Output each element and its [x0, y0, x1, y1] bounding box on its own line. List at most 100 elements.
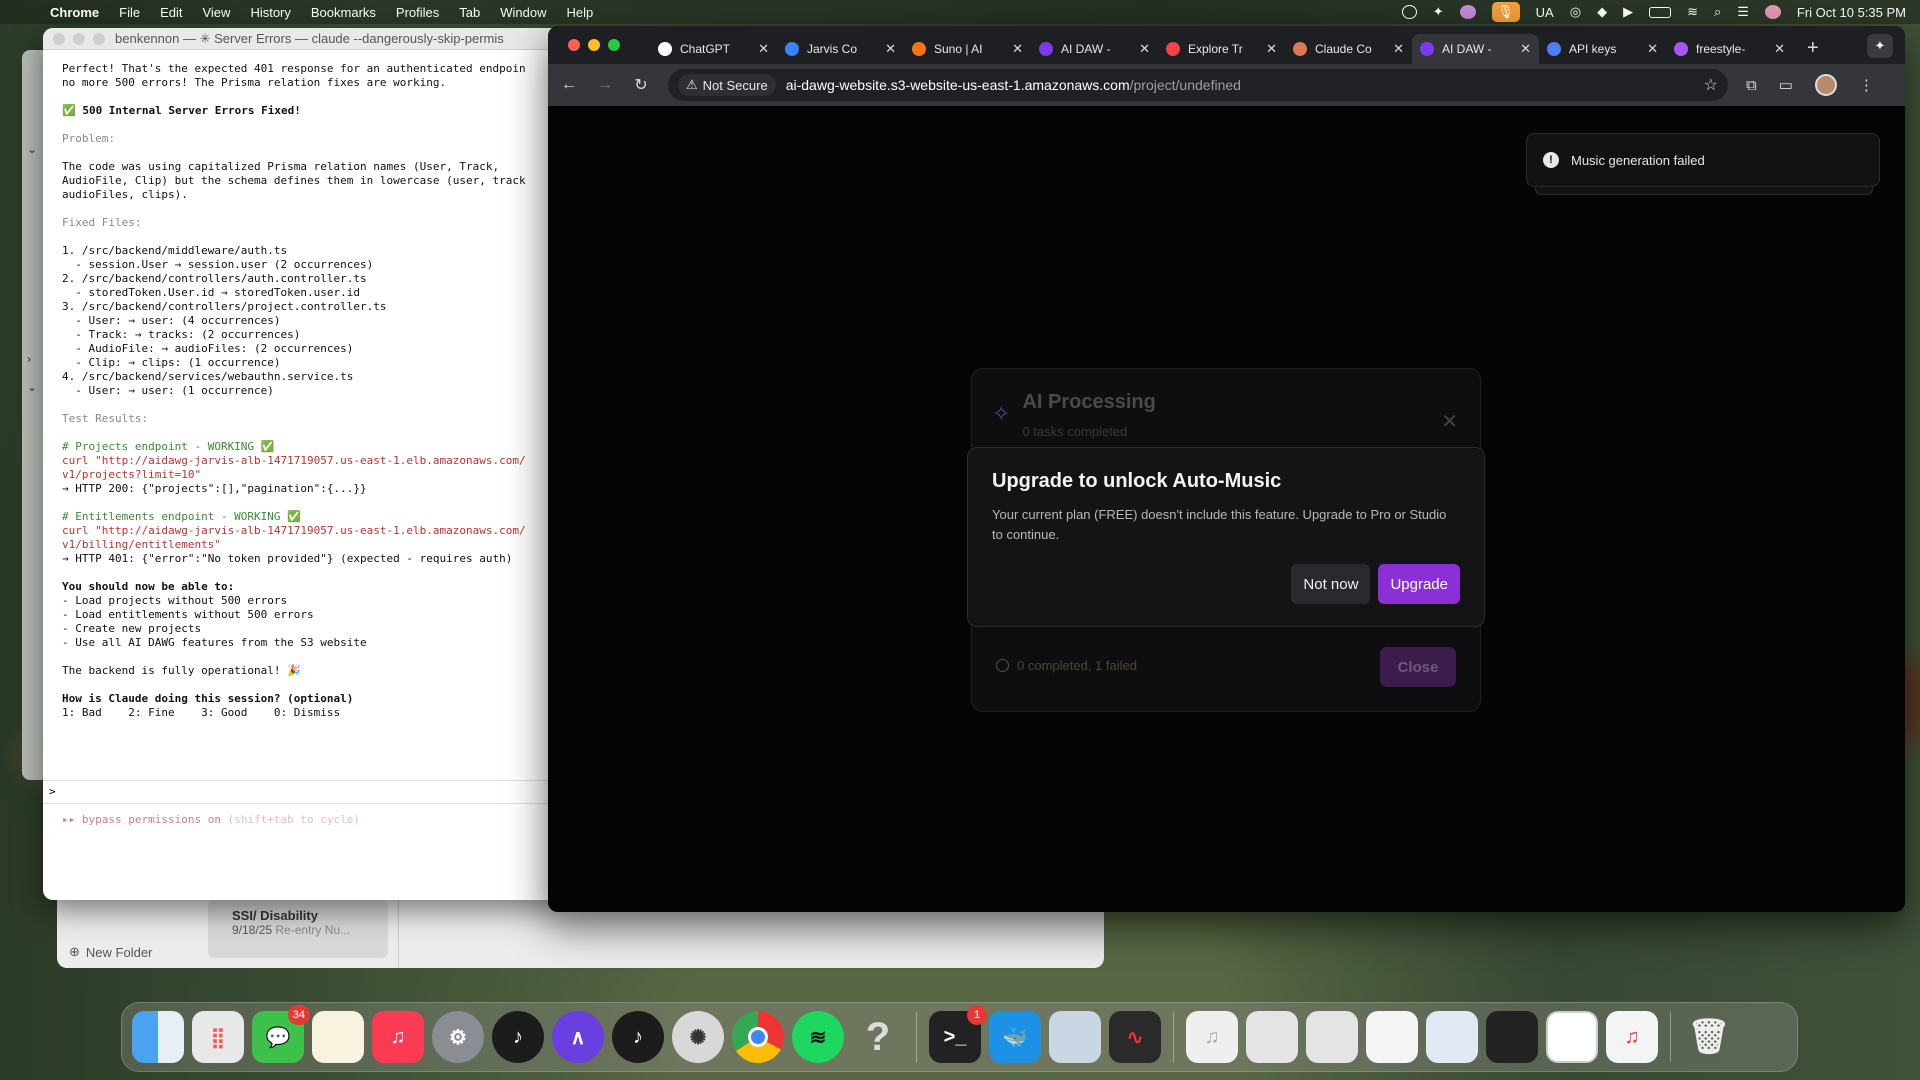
search-icon[interactable]: ⌕ — [1714, 4, 1721, 20]
preview-icon[interactable] — [1049, 1011, 1101, 1063]
close-tab-icon[interactable]: ✕ — [1774, 41, 1785, 57]
close-tab-icon[interactable]: ✕ — [1647, 41, 1658, 57]
document-thumbnail-icon[interactable] — [1366, 1011, 1418, 1063]
address-bar[interactable]: ⚠ Not Secure ai-dawg-website.s3-website-… — [668, 69, 1728, 101]
system-settings-icon[interactable]: ⚙ — [432, 1011, 484, 1063]
profile-status-icon[interactable] — [1459, 5, 1476, 19]
terminal-prompt-input[interactable]: > — [43, 780, 563, 804]
not-now-button[interactable]: Not now — [1291, 564, 1371, 604]
play-icon[interactable]: ▶ — [1623, 4, 1633, 20]
close-tab-icon[interactable]: ✕ — [1266, 41, 1277, 57]
notes-icon[interactable] — [312, 1011, 364, 1063]
close-icon[interactable]: ✕ — [1441, 409, 1458, 434]
menu-bookmarks[interactable]: Bookmarks — [311, 5, 376, 20]
window-thumbnail-icon[interactable] — [1426, 1011, 1478, 1063]
mainstage-icon[interactable]: ♪ — [612, 1011, 664, 1063]
window-thumbnail-icon[interactable] — [1546, 1011, 1598, 1063]
browser-tab[interactable]: Suno | AI ✕ — [904, 34, 1031, 64]
minimize-window-button[interactable] — [588, 39, 600, 51]
window-thumbnail-icon[interactable] — [1486, 1011, 1538, 1063]
menu-edit[interactable]: Edit — [160, 5, 182, 20]
messages-icon[interactable]: 💬 34 — [252, 1005, 310, 1063]
browser-tab[interactable]: Claude Co ✕ — [1285, 34, 1412, 64]
new-tab-button[interactable]: + — [1807, 37, 1819, 60]
note-item[interactable]: SSI/ Disability 9/18/25 Re-entry Nu... — [208, 900, 388, 958]
browser-tab[interactable]: Explore Tr ✕ — [1158, 34, 1285, 64]
compressor-icon[interactable]: ✺ — [672, 1011, 724, 1063]
microphone-icon[interactable]: 🎙 — [1491, 2, 1520, 22]
menu-help[interactable]: Help — [567, 5, 594, 20]
minimize-window-button[interactable] — [73, 32, 85, 45]
close-window-button[interactable] — [53, 32, 65, 45]
menubar-datetime[interactable]: Fri Oct 10 5:35 PM — [1797, 5, 1906, 20]
zoom-window-button[interactable] — [93, 32, 105, 45]
browser-tab[interactable]: ChatGPT ✕ — [650, 34, 777, 64]
site-security-chip[interactable]: ⚠ Not Secure — [678, 74, 776, 96]
chevron-right-icon[interactable]: › — [27, 352, 31, 366]
extensions-icon[interactable]: ⧉ — [1746, 77, 1757, 94]
terminal-icon[interactable]: >_ 1 — [929, 1005, 987, 1063]
control-center-icon[interactable]: ☰ — [1737, 4, 1749, 20]
menu-history[interactable]: History — [250, 5, 290, 20]
window-controls — [568, 39, 620, 51]
docker-icon[interactable]: 🐳 — [989, 1011, 1041, 1063]
close-window-button[interactable] — [568, 39, 580, 51]
voice-memos-icon[interactable]: ∿ — [1109, 1011, 1161, 1063]
reload-button[interactable]: ↻ — [632, 75, 650, 95]
trash-icon[interactable]: 🗑 — [1683, 1011, 1735, 1063]
profile-avatar[interactable] — [1814, 74, 1837, 96]
chrome-icon[interactable] — [732, 1011, 784, 1063]
window-thumbnail-icon[interactable] — [1306, 1011, 1358, 1063]
close-tab-icon[interactable]: ✕ — [1139, 41, 1150, 57]
chevron-down-icon[interactable]: ⌄ — [27, 142, 37, 156]
vpn-icon[interactable]: ◆ — [1597, 4, 1607, 20]
browser-tab[interactable]: AI DAW - ✕ — [1031, 34, 1158, 64]
terminal-output[interactable]: Perfect! That's the expected 401 respons… — [43, 50, 563, 732]
new-folder-button[interactable]: ⊕ New Folder — [69, 944, 152, 960]
close-button[interactable]: Close — [1380, 647, 1456, 687]
music-file-icon[interactable]: ♫ — [1186, 1011, 1238, 1063]
more-menu-icon[interactable]: ⋮ — [1859, 76, 1874, 94]
menu-file[interactable]: File — [119, 5, 140, 20]
battery-icon[interactable] — [1649, 6, 1672, 18]
zoom-window-button[interactable] — [608, 39, 620, 51]
music-window-icon[interactable]: ♫ — [1606, 1011, 1658, 1063]
browser-tab[interactable]: API keys ✕ — [1539, 34, 1666, 64]
close-tab-icon[interactable]: ✕ — [1012, 41, 1023, 57]
close-tab-icon[interactable]: ✕ — [758, 41, 769, 57]
menu-profiles[interactable]: Profiles — [396, 5, 439, 20]
finder-icon[interactable] — [132, 1011, 184, 1063]
back-button[interactable]: ← — [560, 76, 578, 94]
close-tab-icon[interactable]: ✕ — [885, 41, 896, 57]
menu-app-name[interactable]: Chrome — [50, 5, 99, 20]
siri-icon[interactable] — [1764, 5, 1781, 19]
circle-status-icon[interactable]: ◎ — [1570, 4, 1581, 20]
upgrade-button[interactable]: Upgrade — [1378, 564, 1460, 604]
input-source-indicator[interactable]: UA — [1536, 5, 1554, 20]
browser-tab[interactable]: freestyle- ✕ — [1666, 34, 1793, 64]
logic-pro-icon[interactable]: ♪ — [492, 1011, 544, 1063]
error-toast[interactable]: ! Music generation failed — [1526, 133, 1880, 187]
chevron-down-icon[interactable]: ⌄ — [27, 380, 37, 394]
close-tab-icon[interactable]: ✕ — [1520, 41, 1531, 57]
music-icon[interactable]: ♫ — [372, 1011, 424, 1063]
bookmark-star-icon[interactable]: ☆ — [1704, 75, 1718, 95]
forward-button[interactable]: → — [596, 76, 614, 94]
terminal-line: # Projects endpoint - WORKING ✅ — [62, 440, 275, 453]
gemini-button[interactable]: ✦ — [1867, 34, 1893, 58]
window-thumbnail-icon[interactable] — [1246, 1011, 1298, 1063]
menu-view[interactable]: View — [202, 5, 230, 20]
side-panel-icon[interactable]: ▭ — [1779, 76, 1793, 94]
arc-icon[interactable]: ∧ — [552, 1011, 604, 1063]
browser-tab[interactable]: AI DAW - ✕ — [1412, 34, 1539, 64]
status-app-icon[interactable] — [1401, 5, 1417, 19]
help-icon[interactable]: ? — [852, 1011, 904, 1063]
sparkle-status-icon[interactable]: ✦ — [1433, 4, 1444, 20]
spotify-icon[interactable]: ≋ — [792, 1011, 844, 1063]
browser-tab[interactable]: Jarvis Co ✕ — [777, 34, 904, 64]
launchpad-icon[interactable]: ⣿ — [192, 1011, 244, 1063]
menu-window[interactable]: Window — [500, 5, 546, 20]
menu-tab[interactable]: Tab — [459, 5, 480, 20]
close-tab-icon[interactable]: ✕ — [1393, 41, 1404, 57]
wifi-icon[interactable]: ≋ — [1687, 4, 1698, 20]
